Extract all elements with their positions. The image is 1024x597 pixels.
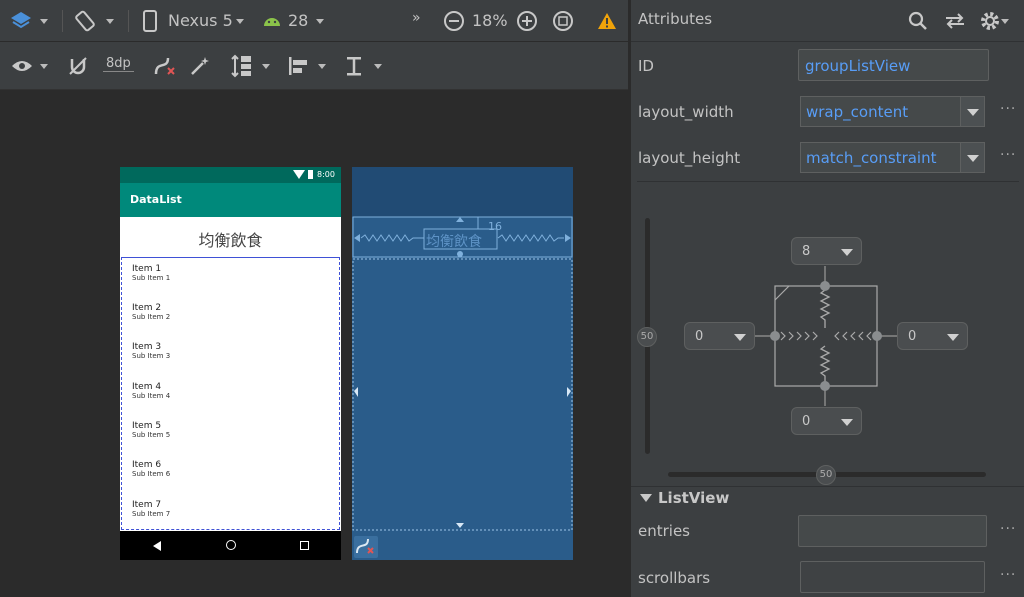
chevron-down-icon[interactable] — [316, 19, 324, 24]
chevron-down-icon — [967, 155, 979, 162]
wifi-icon — [293, 170, 305, 179]
divider — [128, 10, 129, 32]
chevron-down-icon[interactable] — [1001, 19, 1009, 24]
zoom-level: 18% — [472, 11, 508, 30]
blueprint-heading[interactable]: 均衡飲食 — [426, 231, 482, 251]
recents-icon — [300, 541, 309, 550]
dropdown-button[interactable] — [960, 97, 984, 126]
scrollbars-dropdown[interactable] — [800, 561, 985, 593]
chevron-down-icon[interactable] — [40, 19, 48, 24]
rotate-orientation-icon[interactable] — [72, 8, 98, 34]
device-phone-icon[interactable] — [140, 9, 160, 33]
chevron-down-icon — [734, 334, 746, 341]
home-icon — [226, 540, 236, 550]
list-item[interactable]: Item 3 Sub Item 3 — [132, 342, 170, 360]
api-level-selector[interactable]: 28 — [288, 11, 308, 30]
design-preview[interactable]: 8:00 DataList 均衡飲食 Item 1 Sub Item 1 Item… — [120, 167, 341, 560]
chevron-down-icon — [947, 334, 959, 341]
list-item[interactable]: Item 7 Sub Item 7 — [132, 500, 170, 518]
layout-height-value: match_constraint — [806, 149, 937, 167]
search-icon[interactable] — [907, 10, 929, 32]
divider — [631, 486, 1024, 487]
align-icon[interactable] — [286, 54, 310, 78]
blueprint-preview[interactable]: 16 均衡飲食 — [352, 167, 573, 560]
divider — [62, 10, 63, 32]
swap-view-icon[interactable] — [943, 10, 967, 32]
top-margin-dropdown[interactable]: 8 — [791, 237, 862, 265]
zoom-to-fit-icon[interactable] — [551, 9, 575, 33]
chevron-down-icon[interactable] — [236, 19, 244, 24]
device-selector[interactable]: Nexus 5 — [168, 11, 233, 30]
scrollbars-label: scrollbars — [638, 569, 711, 587]
back-icon — [153, 541, 161, 551]
infer-constraints-icon[interactable] — [188, 54, 212, 78]
vertical-bias-value[interactable]: 50 — [637, 327, 657, 347]
warning-icon[interactable] — [596, 10, 618, 32]
more-options-icon[interactable]: ··· — [1000, 147, 1016, 163]
group-list-view[interactable]: Item 1 Sub Item 1 Item 2 Sub Item 2 Item 3… — [121, 257, 340, 530]
android-icon — [262, 12, 282, 30]
attributes-panel: Attributes ID groupListView layout_width… — [630, 0, 1024, 597]
navigation-bar — [120, 531, 341, 560]
dropdown-button[interactable] — [960, 143, 984, 172]
status-bar: 8:00 — [120, 167, 341, 183]
layout-toolbar: 8dp — [0, 42, 628, 90]
bottom-margin-dropdown[interactable]: 0 — [791, 407, 862, 435]
entries-label: entries — [638, 522, 690, 540]
guidelines-icon[interactable] — [342, 54, 366, 78]
layout-height-label: layout_height — [638, 149, 741, 167]
autoconnect-off-icon[interactable] — [66, 54, 90, 78]
heading-text[interactable]: 均衡飲食 — [120, 227, 341, 251]
zoom-in-icon[interactable] — [515, 9, 539, 33]
list-item[interactable]: Item 6 Sub Item 6 — [132, 460, 170, 478]
pack-icon[interactable] — [230, 53, 254, 79]
chevron-down-icon[interactable] — [106, 19, 114, 24]
default-margin-selector[interactable]: 8dp — [103, 56, 134, 72]
layers-icon[interactable] — [8, 9, 34, 33]
battery-icon — [308, 170, 313, 179]
left-margin-dropdown[interactable]: 0 — [684, 322, 755, 350]
chevron-down-icon[interactable] — [374, 64, 382, 69]
panel-title: Attributes — [638, 10, 713, 28]
more-options-icon[interactable]: ··· — [1000, 101, 1016, 117]
list-item[interactable]: Item 1 Sub Item 1 — [132, 264, 170, 282]
chevron-down-icon[interactable] — [262, 64, 270, 69]
divider — [637, 181, 1019, 182]
zoom-out-icon[interactable] — [442, 9, 466, 33]
overflow-chevron-icon[interactable]: » — [412, 10, 421, 26]
entries-field[interactable] — [798, 515, 987, 547]
id-value: groupListView — [805, 57, 911, 75]
right-margin-dropdown[interactable]: 0 — [897, 322, 968, 350]
layout-width-label: layout_width — [638, 103, 734, 121]
chevron-down-icon — [967, 109, 979, 116]
gear-icon[interactable] — [978, 9, 1002, 33]
chevron-down-icon — [841, 249, 853, 256]
horizontal-bias-value[interactable]: 50 — [816, 465, 836, 485]
chevron-down-icon[interactable] — [318, 64, 326, 69]
more-options-icon[interactable]: ··· — [1000, 521, 1016, 537]
eye-icon[interactable] — [10, 55, 34, 77]
design-toolbar: Nexus 5 28 » 18% — [0, 0, 628, 42]
list-item[interactable]: Item 4 Sub Item 4 — [132, 382, 170, 400]
chevron-down-icon[interactable] — [40, 64, 48, 69]
status-time: 8:00 — [317, 170, 335, 179]
layout-width-value: wrap_content — [806, 103, 909, 121]
list-item[interactable]: Item 5 Sub Item 5 — [132, 421, 170, 439]
id-label: ID — [638, 57, 654, 75]
app-bar: DataList — [120, 183, 341, 217]
clear-constraints-icon[interactable] — [354, 536, 378, 558]
app-title: DataList — [130, 193, 182, 206]
list-item[interactable]: Item 2 Sub Item 2 — [132, 303, 170, 321]
chevron-down-icon — [841, 419, 853, 426]
section-toggle-icon[interactable] — [640, 494, 652, 502]
blueprint-margin-label: 16 — [488, 220, 502, 233]
section-title[interactable]: ListView — [658, 489, 729, 507]
clear-constraints-icon[interactable] — [152, 54, 178, 78]
blueprint-constraints — [352, 216, 573, 531]
more-options-icon[interactable]: ··· — [1000, 567, 1016, 583]
